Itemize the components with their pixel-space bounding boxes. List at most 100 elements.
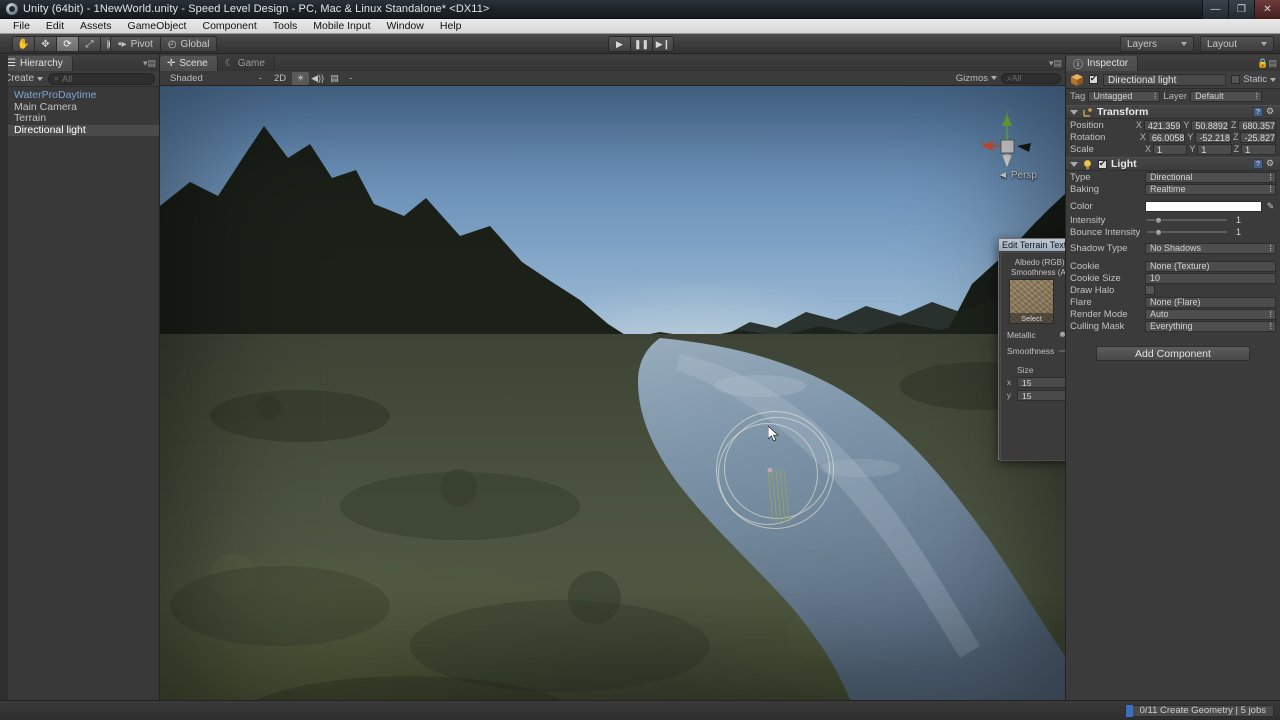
scene-audio-icon[interactable]: ◀)): [309, 72, 326, 85]
chevron-down-icon[interactable]: [1270, 77, 1276, 82]
scale-y-input[interactable]: 1: [1197, 143, 1232, 155]
size-y-input[interactable]: 15: [1017, 390, 1065, 401]
eyedropper-icon[interactable]: ✎: [1265, 201, 1276, 212]
bounce-intensity-value[interactable]: 1: [1232, 227, 1276, 237]
position-z-input[interactable]: 680.357: [1238, 119, 1276, 131]
shading-mode-dropdown[interactable]: Shaded: [164, 72, 209, 85]
scene-fx-icon[interactable]: ▤: [326, 72, 343, 85]
hierarchy-item-directional-light[interactable]: Directional light: [0, 124, 159, 136]
foldout-arrow-icon[interactable]: [1070, 161, 1078, 167]
edit-terrain-texture-dialog[interactable]: Edit Terrain Texture (Standard) ✕ Albedo…: [998, 238, 1065, 461]
help-icon[interactable]: ?: [1253, 159, 1263, 169]
static-checkbox[interactable]: [1231, 75, 1241, 84]
tab-inspector[interactable]: ⓘ Inspector: [1066, 56, 1139, 71]
tag-dropdown[interactable]: Untagged ⁞: [1088, 90, 1161, 102]
menu-help[interactable]: Help: [432, 19, 470, 34]
metallic-slider[interactable]: [1057, 329, 1065, 340]
fx-dropdown-caret[interactable]: -: [343, 72, 358, 85]
intensity-slider[interactable]: [1145, 215, 1229, 226]
move-tool-icon[interactable]: ✥: [34, 36, 56, 52]
draw-halo-checkbox[interactable]: [1145, 285, 1155, 295]
bounce-intensity-slider[interactable]: [1145, 227, 1229, 238]
position-x-field[interactable]: X 421.359: [1136, 119, 1182, 131]
scene-search-input[interactable]: ⌕ All: [1001, 72, 1061, 84]
object-name-input[interactable]: Directional light: [1103, 73, 1227, 86]
panel-menu-icon[interactable]: ▾▤: [1049, 58, 1062, 69]
scene-viewport[interactable]: y x ◄ Persp Edit Terrain Texture (Standa…: [160, 86, 1065, 700]
tab-scene[interactable]: ✛ Scene: [160, 56, 218, 71]
static-toggle[interactable]: Static: [1231, 74, 1276, 85]
foldout-arrow-icon[interactable]: [1070, 109, 1078, 115]
albedo-texture-swatch[interactable]: Select: [1009, 279, 1054, 324]
scene-lighting-icon[interactable]: ☀: [292, 71, 310, 85]
rotate-tool-icon[interactable]: ⟳: [56, 36, 78, 52]
albedo-select-button[interactable]: Select: [1010, 313, 1053, 323]
scale-z-input[interactable]: 1: [1241, 143, 1276, 155]
add-component-button[interactable]: Add Component: [1096, 346, 1250, 361]
perspective-indicator[interactable]: ◄ Persp: [998, 170, 1037, 181]
tab-game[interactable]: ☾ Game: [217, 56, 275, 71]
smoothness-slider[interactable]: [1057, 345, 1065, 356]
object-enabled-checkbox[interactable]: [1089, 74, 1098, 84]
maximize-button[interactable]: ❐: [1228, 0, 1254, 19]
menu-edit[interactable]: Edit: [38, 19, 72, 34]
rotation-y-input[interactable]: -52.218: [1195, 131, 1231, 143]
flare-object-field[interactable]: None (Flare): [1145, 296, 1276, 308]
position-z-field[interactable]: Z 680.357: [1231, 119, 1276, 131]
rotation-x-field[interactable]: X 66.0058: [1140, 131, 1186, 143]
menu-mobile-input[interactable]: Mobile Input: [305, 19, 378, 34]
close-button[interactable]: ✕: [1254, 0, 1280, 19]
menu-file[interactable]: File: [5, 19, 38, 34]
cookie-object-field[interactable]: None (Texture): [1145, 260, 1276, 272]
size-x-input[interactable]: 15: [1017, 377, 1065, 388]
rotation-x-input[interactable]: 66.0058: [1147, 131, 1186, 143]
pause-button[interactable]: ❚❚: [630, 36, 652, 52]
hand-tool-icon[interactable]: ✋: [12, 36, 34, 52]
inspector-lock-icon[interactable]: 🔒▤: [1257, 58, 1277, 69]
global-toggle[interactable]: ◴ Global: [159, 36, 218, 52]
rotation-z-input[interactable]: -25.827: [1240, 131, 1276, 143]
intensity-value[interactable]: 1: [1232, 215, 1276, 225]
intensity-slider-knob[interactable]: [1155, 216, 1163, 224]
tab-hierarchy[interactable]: ☰ Hierarchy: [0, 56, 73, 71]
type-dropdown[interactable]: Directional ⁞: [1145, 171, 1276, 183]
bounce-slider-knob[interactable]: [1155, 228, 1163, 236]
panel-menu-icon[interactable]: ▾▤: [143, 58, 156, 69]
rotation-y-field[interactable]: Y -52.218: [1187, 131, 1231, 143]
light-component-header[interactable]: Light ? ⚙: [1066, 157, 1280, 171]
progress-chip[interactable]: 0/11 Create Geometry | 5 jobs: [1124, 704, 1274, 717]
hierarchy-item-waterprodaytime[interactable]: WaterProDaytime: [0, 89, 159, 102]
shadow-type-dropdown[interactable]: No Shadows ⁞: [1145, 242, 1276, 254]
baking-dropdown[interactable]: Realtime ⁞: [1145, 183, 1276, 195]
render-mode-dropdown[interactable]: Auto ⁞: [1145, 308, 1276, 320]
position-x-input[interactable]: 421.359: [1143, 119, 1182, 131]
help-icon[interactable]: ?: [1253, 107, 1263, 117]
layer-dropdown[interactable]: Default ⁞: [1190, 90, 1263, 102]
hierarchy-search-input[interactable]: ⌕ All: [48, 72, 155, 85]
menu-gameobject[interactable]: GameObject: [120, 19, 195, 34]
position-y-input[interactable]: 50.8892: [1191, 119, 1229, 131]
scale-x-field[interactable]: X 1: [1145, 143, 1188, 155]
hierarchy-item-terrain[interactable]: Terrain: [0, 112, 159, 125]
position-y-field[interactable]: Y 50.8892: [1183, 119, 1229, 131]
rotation-z-field[interactable]: Z -25.827: [1233, 131, 1276, 143]
layers-dropdown[interactable]: Layers: [1120, 36, 1194, 52]
transform-component-header[interactable]: Transform ? ⚙: [1066, 105, 1280, 119]
layout-dropdown[interactable]: Layout: [1200, 36, 1274, 52]
cookie-size-input[interactable]: 10: [1145, 272, 1276, 284]
menu-window[interactable]: Window: [379, 19, 432, 34]
minimize-button[interactable]: —: [1202, 0, 1228, 19]
create-dropdown[interactable]: Create: [4, 73, 44, 84]
culling-mask-dropdown[interactable]: Everything ⁞: [1145, 320, 1276, 332]
menu-component[interactable]: Component: [194, 19, 264, 34]
light-enabled-checkbox[interactable]: [1098, 159, 1107, 169]
menu-tools[interactable]: Tools: [265, 19, 306, 34]
scale-y-field[interactable]: Y 1: [1189, 143, 1232, 155]
gear-icon[interactable]: ⚙: [1266, 159, 1276, 169]
menu-assets[interactable]: Assets: [72, 19, 120, 34]
toggle-2d[interactable]: 2D: [268, 72, 292, 85]
step-button[interactable]: ▶❙: [652, 36, 674, 52]
gear-icon[interactable]: ⚙: [1266, 107, 1276, 117]
scale-tool-icon[interactable]: ⤢: [78, 36, 100, 52]
play-button[interactable]: ▶: [608, 36, 630, 52]
